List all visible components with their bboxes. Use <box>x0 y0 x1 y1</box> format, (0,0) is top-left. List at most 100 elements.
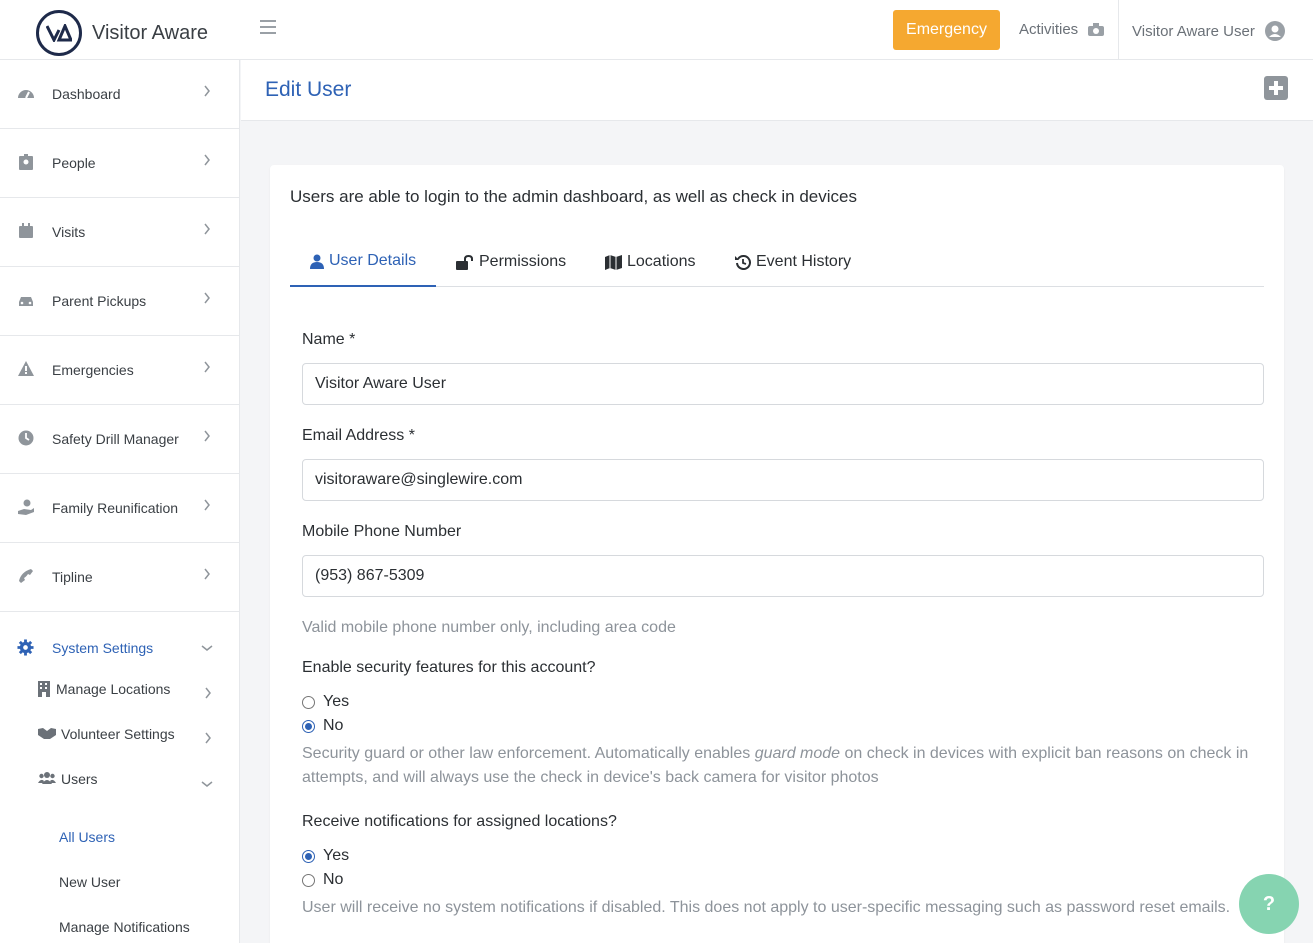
chevron-right-icon <box>204 361 210 373</box>
sidebar-item-tipline[interactable]: Tipline <box>0 543 239 612</box>
notifications-label: Receive notifications for assigned locat… <box>302 813 617 830</box>
users-icon <box>38 772 56 784</box>
tab-label: Permissions <box>479 253 567 270</box>
sidebar-item-label: Manage Notifications <box>59 919 190 935</box>
page-header: Edit User <box>241 60 1313 121</box>
tab-label: Locations <box>627 253 696 270</box>
logo-mark-icon <box>36 10 82 56</box>
unlock-icon <box>456 254 473 270</box>
sidebar: Dashboard People Visits Parent Pickups E… <box>0 60 240 943</box>
sidebar-item-label: Users <box>61 771 98 787</box>
activities-label: Activities <box>1019 21 1079 38</box>
sidebar-item-label: New User <box>59 874 121 890</box>
chevron-down-icon <box>201 781 213 787</box>
sidebar-item-label: People <box>52 155 96 171</box>
topbar-divider <box>1118 0 1119 60</box>
tab-label: User Details <box>329 252 417 269</box>
notifications-no-option[interactable]: No <box>302 871 343 889</box>
dashboard-icon <box>18 90 34 99</box>
sidebar-item-label: Emergencies <box>52 362 134 378</box>
chevron-right-icon <box>204 154 210 166</box>
sidebar-item-system-settings[interactable]: System Settings <box>0 624 239 670</box>
help-button[interactable]: ? <box>1239 874 1299 934</box>
user-name: Visitor Aware User <box>1132 22 1255 40</box>
emergency-button[interactable]: Emergency <box>893 10 1000 50</box>
security-no-radio[interactable] <box>302 719 315 733</box>
sidebar-item-people[interactable]: People <box>0 129 239 198</box>
radio-label: Yes <box>323 693 350 710</box>
sidebar-item-label: Visits <box>52 224 86 240</box>
sidebar-item-label: Dashboard <box>52 86 121 102</box>
email-label: Email Address * <box>302 427 415 444</box>
name-label: Name * <box>302 331 356 348</box>
edit-user-card: Users are able to login to the admin das… <box>270 165 1284 943</box>
phone-field[interactable]: (953) 867-5309 <box>302 555 1264 597</box>
card-intro-text: Users are able to login to the admin das… <box>290 187 857 206</box>
activities-link[interactable]: Activities <box>1019 21 1105 38</box>
notifications-yes-radio[interactable] <box>302 849 315 863</box>
tab-permissions[interactable]: Permissions <box>436 237 586 287</box>
app-logo[interactable]: Visitor Aware <box>36 10 208 56</box>
sidebar-item-label: System Settings <box>52 640 154 656</box>
radio-label: No <box>323 871 344 888</box>
chevron-right-icon <box>204 430 210 442</box>
calendar-icon <box>19 223 33 238</box>
chevron-right-icon <box>204 223 210 235</box>
phone-icon <box>19 569 33 583</box>
user-avatar-icon <box>1264 21 1285 41</box>
notifications-no-radio[interactable] <box>302 873 315 887</box>
sidebar-item-all-users[interactable]: All Users <box>0 813 239 858</box>
sidebar-item-safety-drill-manager[interactable]: Safety Drill Manager <box>0 405 239 474</box>
sidebar-item-label: Parent Pickups <box>52 293 147 309</box>
sidebar-item-users[interactable]: Users <box>0 760 239 805</box>
chevron-right-icon <box>205 732 211 744</box>
sidebar-item-emergencies[interactable]: Emergencies <box>0 336 239 405</box>
chevron-right-icon <box>204 292 210 304</box>
notifications-help-text: User will receive no system notification… <box>302 899 1231 916</box>
phone-help-text: Valid mobile phone number only, includin… <box>302 619 676 636</box>
sidebar-item-label: All Users <box>59 829 116 845</box>
hand-holding-icon <box>18 499 34 515</box>
sidebar-item-label: Family Reunification <box>52 500 179 516</box>
chevron-right-icon <box>204 85 210 97</box>
car-icon <box>19 297 33 306</box>
tab-user-details[interactable]: User Details <box>290 237 437 287</box>
sidebar-item-family-reunification[interactable]: Family Reunification <box>0 474 239 543</box>
gear-icon <box>17 639 34 656</box>
tab-locations[interactable]: Locations <box>585 237 716 287</box>
add-icon[interactable] <box>1264 76 1288 100</box>
warning-icon <box>18 361 34 376</box>
security-yes-option[interactable]: Yes <box>302 693 349 711</box>
user-icon <box>310 254 324 269</box>
phone-label: Mobile Phone Number <box>302 523 462 540</box>
building-icon <box>38 681 50 697</box>
sidebar-item-dashboard[interactable]: Dashboard <box>0 60 239 129</box>
sidebar-item-volunteer-settings[interactable]: Volunteer Settings <box>0 715 239 760</box>
security-no-option[interactable]: No <box>302 717 343 735</box>
name-field[interactable]: Visitor Aware User <box>302 363 1264 405</box>
history-icon <box>735 255 751 270</box>
chevron-right-icon <box>204 568 210 580</box>
security-help-text: Security guard or other law enforcement.… <box>302 745 1249 786</box>
tab-label: Event History <box>756 253 852 270</box>
email-field[interactable]: visitoraware@singlewire.com <box>302 459 1264 501</box>
sidebar-item-label: Manage Locations <box>56 681 171 697</box>
page-title: Edit User <box>265 78 352 101</box>
sidebar-item-label: Volunteer Settings <box>61 726 175 742</box>
sidebar-item-parent-pickups[interactable]: Parent Pickups <box>0 267 239 336</box>
handshake-icon <box>38 728 56 739</box>
security-yes-radio[interactable] <box>302 695 315 709</box>
top-bar: Visitor Aware Emergency Activities Visit… <box>0 0 1313 60</box>
sidebar-item-manage-locations[interactable]: Manage Locations <box>0 670 239 715</box>
guard-mode-emphasis: guard mode <box>754 745 841 762</box>
sidebar-item-manage-notifications[interactable]: Manage Notifications <box>0 903 239 943</box>
chevron-right-icon <box>204 499 210 511</box>
tab-event-history[interactable]: Event History <box>715 237 871 287</box>
sidebar-item-new-user[interactable]: New User <box>0 858 239 903</box>
notifications-yes-option[interactable]: Yes <box>302 847 349 865</box>
sidebar-item-visits[interactable]: Visits <box>0 198 239 267</box>
id-badge-icon <box>19 154 33 170</box>
map-icon <box>605 254 622 270</box>
menu-toggle-icon[interactable] <box>260 20 276 38</box>
user-menu[interactable]: Visitor Aware User <box>1132 21 1285 41</box>
